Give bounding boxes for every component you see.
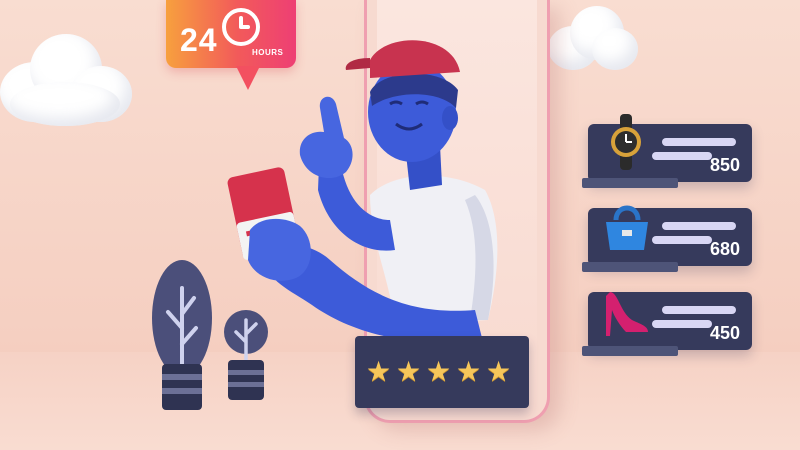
product-value: 680 <box>709 239 740 259</box>
product-line <box>652 320 712 328</box>
character-cap <box>370 40 460 78</box>
product-line <box>652 152 712 160</box>
rating-star-4: ★ <box>456 356 482 387</box>
product-line <box>662 306 736 314</box>
product-line <box>652 236 712 244</box>
plant-large <box>152 260 212 410</box>
product-value: 450 <box>709 323 740 343</box>
cloud-right <box>548 6 638 76</box>
handbag-icon <box>606 205 648 250</box>
card-shelf <box>582 178 678 188</box>
product-card-watch: 850 <box>582 114 752 188</box>
product-line <box>662 138 736 146</box>
rating-star-5: ★ <box>486 356 512 387</box>
product-card-handbag: 680 <box>582 205 752 272</box>
rating-star-1: ★ <box>366 356 392 387</box>
card-shelf <box>582 346 678 356</box>
card-shelf <box>582 262 678 272</box>
product-card-high-heel: 450 <box>582 292 752 356</box>
plant-small <box>224 310 268 400</box>
rating-star-3: ★ <box>426 356 452 387</box>
high-heel-shoe-icon <box>606 292 648 336</box>
product-value: 850 <box>709 155 740 175</box>
cloud-left <box>0 22 140 132</box>
badge-number: 24 <box>180 22 218 58</box>
character-hand-pointing <box>299 96 353 179</box>
rating-star-2: ★ <box>396 356 422 387</box>
wristwatch-icon <box>611 114 641 170</box>
illustration-scene: 24 HOURS ★ ★ ★ ★ ★ 850 680 450 <box>0 0 800 450</box>
product-line <box>662 222 736 230</box>
